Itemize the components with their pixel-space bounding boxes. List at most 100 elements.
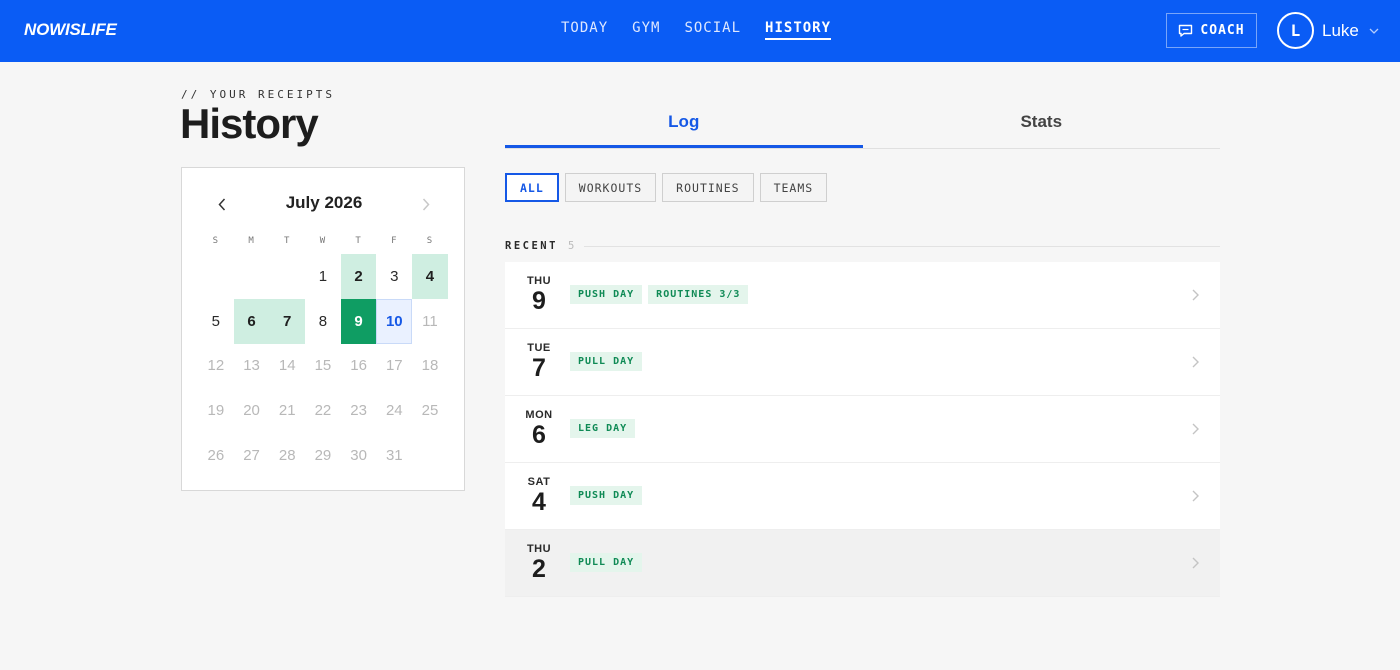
entry-date: MON 6 (521, 409, 557, 448)
filter-teams[interactable]: TEAMS (759, 173, 828, 202)
calendar-day-19: 19 (207, 402, 225, 420)
calendar-day-24: 24 (385, 402, 403, 420)
weekday-label: T (284, 236, 291, 246)
entry-date: THU 9 (521, 275, 557, 315)
entry-day-number: 7 (532, 354, 546, 382)
workout-tag: PULL DAY (570, 553, 643, 572)
chevron-right-icon (1190, 355, 1200, 369)
nav-history[interactable]: HISTORY (765, 20, 832, 40)
recent-label: RECENT (505, 240, 558, 252)
nav-today[interactable]: TODAY (561, 20, 608, 40)
workout-log-list: THU 9 PUSH DAY ROUTINES 3/3 TUE 7 PULL DAY MON 6… (505, 262, 1220, 597)
page-title: History (180, 100, 319, 147)
chevron-right-icon (1190, 422, 1200, 436)
calendar-day-5[interactable]: 5 (198, 299, 234, 344)
calendar-day-31: 31 (385, 447, 403, 465)
log-entry[interactable]: THU 2 PULL DAY (505, 530, 1220, 597)
entry-weekday: SAT (527, 476, 551, 488)
main-nav: TODAY GYM SOCIAL HISTORY (561, 20, 832, 40)
calendar-day-1[interactable]: 1 (305, 254, 341, 299)
brand-logo[interactable]: NOWISLIFE (24, 20, 117, 40)
weekday-label: M (248, 236, 255, 246)
workout-tag: PUSH DAY (570, 486, 643, 505)
calendar-day-15: 15 (314, 357, 332, 375)
log-entry[interactable]: TUE 7 PULL DAY (505, 329, 1220, 396)
log-entry[interactable]: THU 9 PUSH DAY ROUTINES 3/3 (505, 262, 1220, 329)
workout-tag: LEG DAY (570, 419, 636, 438)
calendar-day-3[interactable]: 3 (376, 254, 412, 299)
entry-date: SAT 4 (521, 476, 557, 515)
calendar-empty-cell (234, 254, 270, 299)
entry-day-number: 2 (532, 555, 546, 583)
calendar-empty-cell (269, 254, 305, 299)
entry-weekday: TUE (527, 342, 551, 354)
calendar-day-6[interactable]: 6 (233, 298, 270, 344)
calendar-day-17: 17 (385, 357, 403, 375)
calendar-day-23: 23 (350, 402, 367, 420)
calendar-day-7[interactable]: 7 (269, 298, 306, 344)
entry-day-number: 9 (532, 287, 546, 315)
calendar-empty-cell (412, 433, 448, 478)
weekday-label: S (426, 236, 434, 246)
chevron-right-icon (1190, 489, 1200, 503)
log-entry[interactable]: SAT 4 PUSH DAY (505, 463, 1220, 530)
tab-stats[interactable]: Stats (863, 100, 1221, 148)
weekday-label: W (319, 236, 327, 246)
filter-all[interactable]: ALL (505, 173, 559, 202)
divider (584, 245, 1220, 247)
filter-chips: ALL WORKOUTS ROUTINES TEAMS (505, 173, 828, 202)
entry-date: TUE 7 (521, 342, 557, 382)
chevron-right-icon (1190, 556, 1200, 570)
entry-weekday: THU (526, 543, 552, 555)
chevron-right-icon (1190, 288, 1200, 302)
entry-tags: PULL DAY (570, 352, 643, 371)
recent-section-header: RECENT 5 (505, 240, 1220, 252)
tab-log[interactable]: Log (505, 100, 863, 148)
nav-gym[interactable]: GYM (632, 20, 660, 40)
calendar-empty-cell (198, 254, 234, 299)
calendar-day-13: 13 (243, 357, 260, 375)
entry-tags: LEG DAY (570, 419, 636, 438)
calendar-day-10[interactable]: 10 (376, 298, 413, 344)
entry-weekday: MON (525, 409, 553, 421)
workout-tag: PULL DAY (570, 352, 643, 371)
entry-weekday: THU (526, 275, 552, 287)
weekday-header-row: SMTWTFS (198, 236, 448, 254)
coach-button-label: COACH (1200, 23, 1245, 38)
entry-tags: PUSH DAY (570, 486, 643, 505)
calendar-day-14: 14 (278, 357, 296, 375)
month-calendar: July 2026 SMTWTFS 1 2 3 4 5 6 7 8 9 10 11 12 13 14 15 1… (181, 167, 465, 491)
user-menu[interactable]: L Luke (1277, 12, 1379, 49)
entry-date: THU 2 (521, 543, 557, 583)
calendar-day-30: 30 (350, 447, 367, 465)
calendar-day-16: 16 (350, 357, 367, 375)
log-entry[interactable]: MON 6 LEG DAY (505, 396, 1220, 463)
calendar-day-21: 21 (278, 402, 296, 420)
calendar-grid: S M T W T F S 1 2 3 4 5 6 7 8 9 10 11 12 13 14 15 16 17 18 19 20 2… (198, 236, 448, 478)
calendar-day-22: 22 (314, 402, 332, 420)
calendar-day-4[interactable]: 4 (412, 254, 448, 299)
calendar-week-row: 5 6 7 8 9 10 11 (198, 298, 448, 344)
calendar-week-row: 1234 (198, 254, 448, 299)
weekday-label: S (212, 236, 220, 246)
next-month-button[interactable] (416, 192, 436, 216)
calendar-day-9[interactable]: 9 (340, 298, 377, 344)
entry-tags: PUSH DAY ROUTINES 3/3 (570, 285, 749, 304)
calendar-day-8[interactable]: 8 (305, 299, 341, 344)
nav-social[interactable]: SOCIAL (684, 20, 741, 40)
filter-routines[interactable]: ROUTINES (662, 173, 754, 202)
history-tabs: Log Stats (505, 100, 1220, 149)
calendar-day-2[interactable]: 2 (340, 254, 377, 299)
calendar-week-row: 12 13 14 15 16 17 18 (198, 344, 448, 389)
filter-workouts[interactable]: WORKOUTS (564, 173, 657, 202)
weekday-label: T (355, 236, 362, 246)
calendar-day-20: 20 (243, 402, 260, 420)
calendar-day-28: 28 (278, 447, 296, 465)
calendar-day-25: 25 (421, 402, 439, 420)
avatar: L (1277, 12, 1314, 49)
chevron-right-icon (422, 197, 430, 211)
coach-button[interactable]: COACH (1166, 13, 1257, 48)
calendar-day-12: 12 (207, 357, 225, 375)
weekday-label: F (391, 236, 398, 246)
calendar-week-row: 19 20 21 22 23 24 25 (198, 388, 448, 433)
